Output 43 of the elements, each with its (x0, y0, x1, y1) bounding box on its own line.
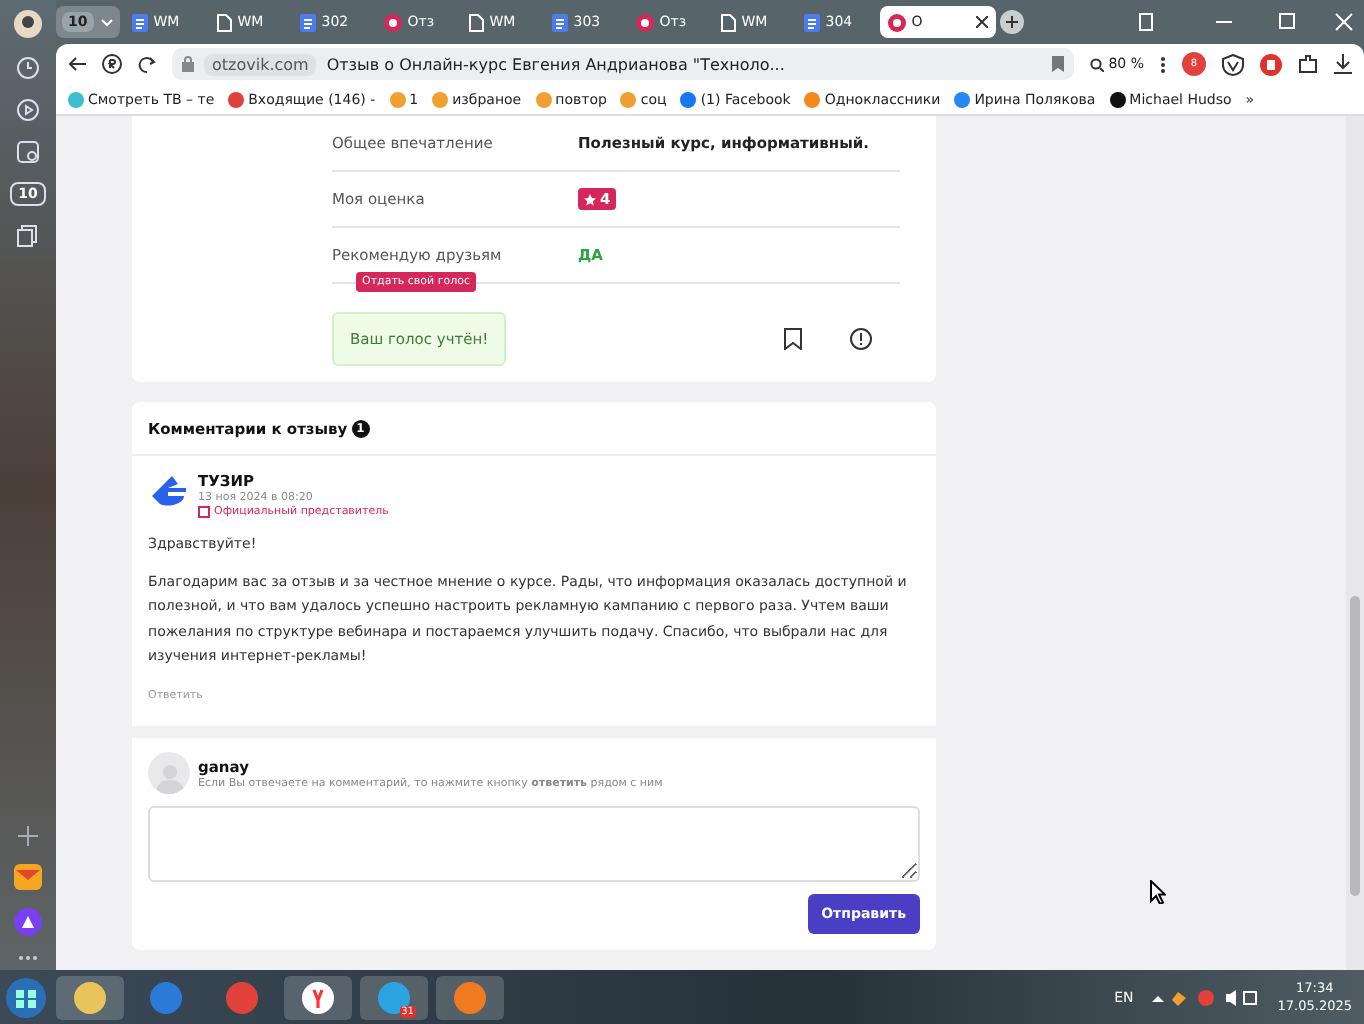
user-avatar (148, 752, 190, 795)
copy-icon[interactable] (16, 224, 40, 248)
shield-icon[interactable] (1222, 53, 1244, 75)
site-logo-icon (635, 13, 654, 31)
close-icon[interactable] (975, 16, 988, 28)
plus-icon[interactable] (18, 826, 38, 846)
site-icon (804, 91, 821, 107)
site-logo-icon (887, 13, 906, 31)
download-icon[interactable] (1334, 54, 1352, 74)
mouse-cursor-icon (1150, 880, 1166, 904)
start-button[interactable] (4, 975, 48, 1019)
document-icon (803, 13, 820, 31)
document-icon (299, 13, 316, 31)
back-icon[interactable] (68, 56, 86, 72)
file-icon (215, 13, 232, 31)
address-bar[interactable]: otzovik.com Отзыв о Онлайн-курс Евгения Андрианова "Техноло... (172, 48, 1075, 80)
clock-icon[interactable] (16, 56, 40, 80)
reload-icon[interactable] (138, 55, 156, 73)
search-icon (1090, 57, 1105, 71)
new-tab-icon[interactable] (999, 10, 1024, 34)
site-icon (1109, 91, 1126, 107)
bookmark-icon[interactable] (1052, 56, 1065, 72)
play-icon[interactable] (16, 98, 40, 122)
puzzle-icon[interactable] (1298, 54, 1318, 74)
lock-icon (182, 56, 194, 72)
avatar-icon[interactable] (14, 10, 42, 38)
taskbar-button[interactable] (284, 975, 352, 1019)
document-icon (551, 13, 568, 31)
document-icon (131, 13, 148, 31)
site-icon (954, 91, 971, 107)
chevron-down-icon (99, 17, 114, 27)
taskbar-button[interactable] (56, 975, 124, 1019)
menu-icon[interactable] (1160, 55, 1166, 73)
comment-input[interactable] (148, 806, 920, 883)
window-controls-icon[interactable] (1136, 12, 1356, 32)
assistant-icon[interactable] (14, 908, 42, 936)
file-icon (719, 13, 736, 31)
site-logo-icon (383, 13, 402, 31)
site-icon (680, 91, 697, 107)
file-icon (467, 13, 484, 31)
camera-icon[interactable] (16, 140, 40, 164)
company-logo (148, 472, 188, 512)
more-icon[interactable] (18, 954, 38, 962)
